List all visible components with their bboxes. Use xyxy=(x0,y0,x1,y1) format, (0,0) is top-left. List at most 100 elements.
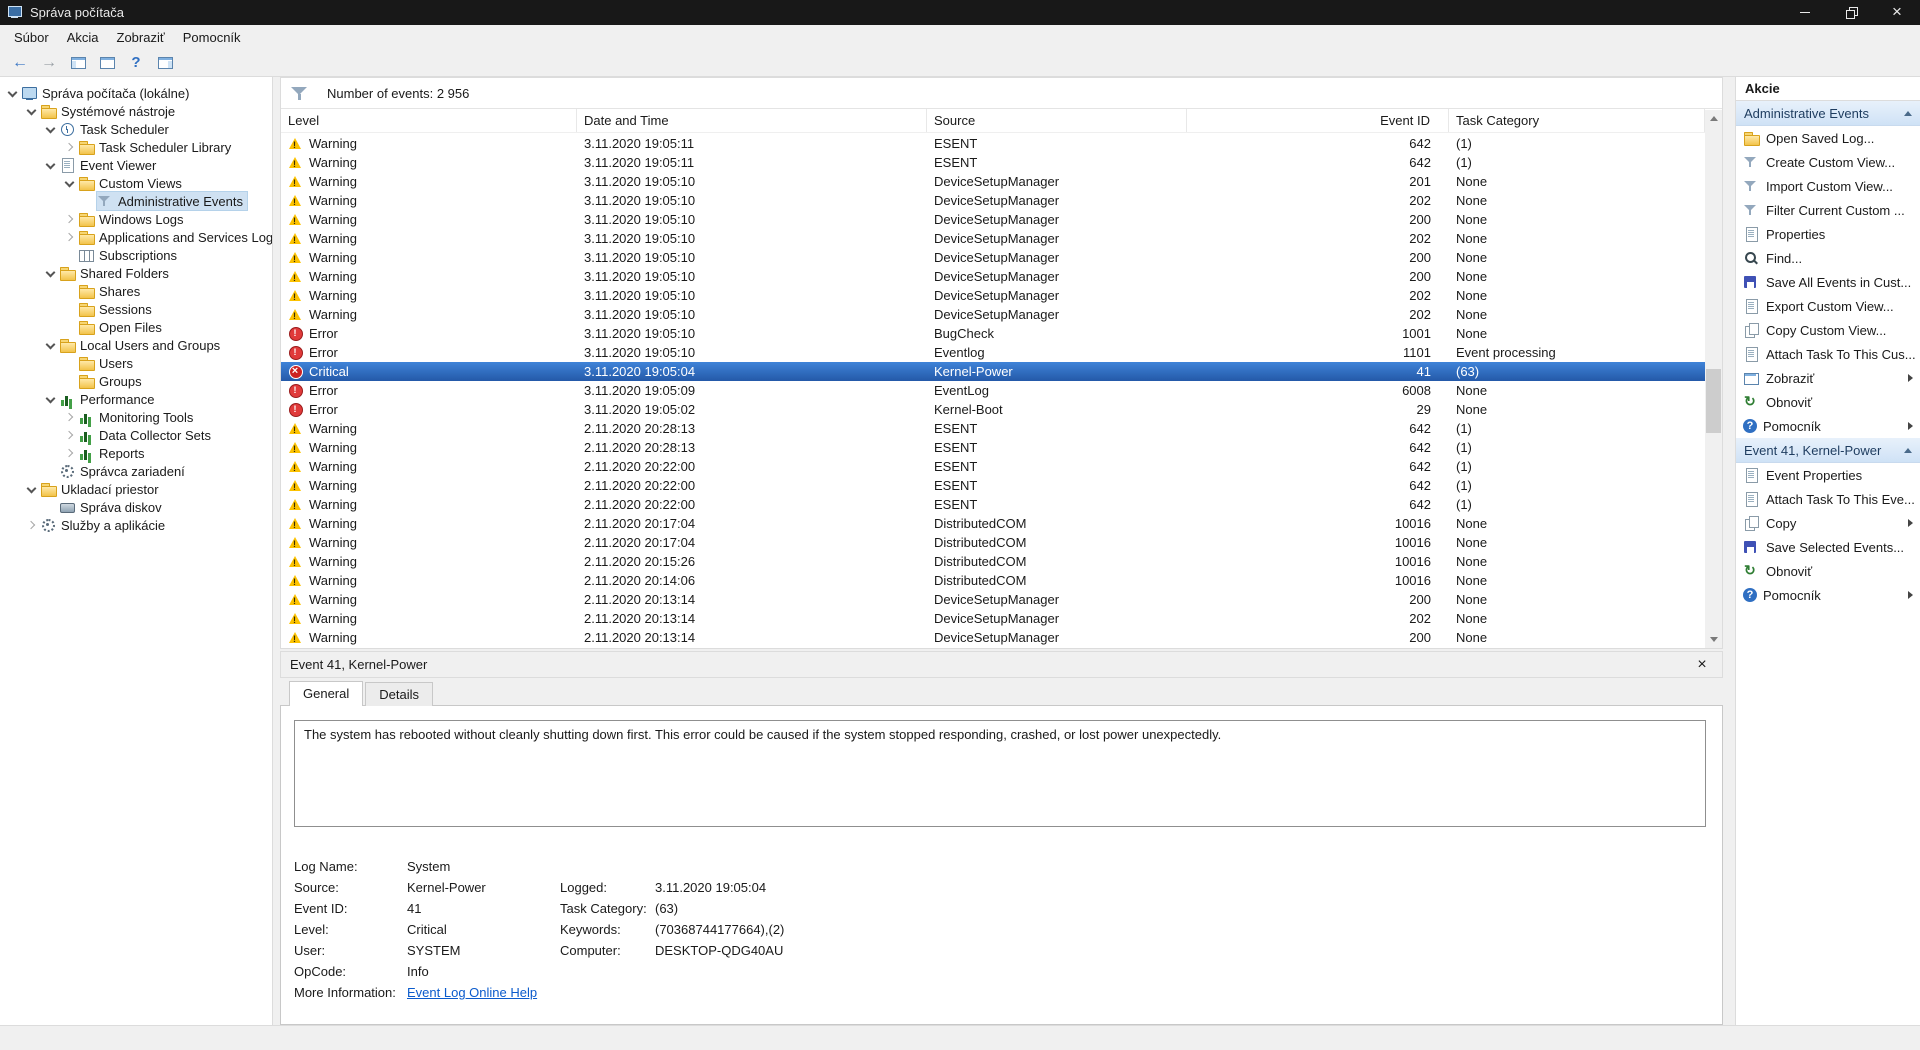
event-row[interactable]: Warning2.11.2020 20:17:04DistributedCOM1… xyxy=(281,533,1705,552)
export-list-button[interactable] xyxy=(94,51,120,74)
action-attach-task-to-this-cus[interactable]: Attach Task To This Cus... xyxy=(1736,342,1920,366)
action-obnoviť[interactable]: Obnoviť xyxy=(1736,390,1920,414)
expand-chevron-icon[interactable] xyxy=(61,426,78,444)
tree-item-sessions[interactable]: Sessions xyxy=(0,300,272,318)
event-row[interactable]: Error3.11.2020 19:05:10Eventlog1101Event… xyxy=(281,343,1705,362)
collapse-chevron-icon[interactable] xyxy=(23,102,40,120)
collapse-chevron-icon[interactable] xyxy=(4,84,21,102)
action-properties[interactable]: Properties xyxy=(1736,222,1920,246)
tree-item-subscriptions[interactable]: Subscriptions xyxy=(0,246,272,264)
collapse-chevron-icon[interactable] xyxy=(23,480,40,498)
tree-item-task-scheduler[interactable]: Task Scheduler xyxy=(0,120,272,138)
event-row[interactable]: Warning3.11.2020 19:05:10DeviceSetupMana… xyxy=(281,210,1705,229)
event-row[interactable]: Critical3.11.2020 19:05:04Kernel-Power41… xyxy=(281,362,1705,381)
expand-chevron-icon[interactable] xyxy=(23,516,40,534)
forward-button[interactable] xyxy=(36,51,62,74)
action-copy[interactable]: Copy xyxy=(1736,511,1920,535)
actions-section-event-41-kernel-power[interactable]: Event 41, Kernel-Power xyxy=(1736,438,1920,463)
minimize-button[interactable] xyxy=(1782,0,1828,25)
scroll-up-arrow-icon[interactable] xyxy=(1705,110,1722,127)
tree-item-systémové-nástroje[interactable]: Systémové nástroje xyxy=(0,102,272,120)
event-row[interactable]: Warning3.11.2020 19:05:11ESENT642(1) xyxy=(281,134,1705,153)
show-hide-action-pane-button[interactable] xyxy=(152,51,178,74)
action-save-selected-events[interactable]: Save Selected Events... xyxy=(1736,535,1920,559)
tree-item-monitoring-tools[interactable]: Monitoring Tools xyxy=(0,408,272,426)
expand-chevron-icon[interactable] xyxy=(61,228,78,246)
event-row[interactable]: Warning3.11.2020 19:05:10DeviceSetupMana… xyxy=(281,305,1705,324)
action-open-saved-log[interactable]: Open Saved Log... xyxy=(1736,126,1920,150)
event-row[interactable]: Warning2.11.2020 20:13:14DeviceSetupMana… xyxy=(281,609,1705,628)
actions-section-administrative-events[interactable]: Administrative Events xyxy=(1736,101,1920,126)
action-obnoviť[interactable]: Obnoviť xyxy=(1736,559,1920,583)
collapse-chevron-icon[interactable] xyxy=(42,264,59,282)
action-copy-custom-view[interactable]: Copy Custom View... xyxy=(1736,318,1920,342)
action-pomocník[interactable]: Pomocník xyxy=(1736,414,1920,438)
tree-item-shared-folders[interactable]: Shared Folders xyxy=(0,264,272,282)
column-header-event-id[interactable]: Event ID xyxy=(1187,109,1449,132)
action-export-custom-view[interactable]: Export Custom View... xyxy=(1736,294,1920,318)
tree-item-správa-diskov[interactable]: Správa diskov xyxy=(0,498,272,516)
events-scrollbar[interactable] xyxy=(1705,110,1722,648)
tree-item-windows-logs[interactable]: Windows Logs xyxy=(0,210,272,228)
maximize-button[interactable] xyxy=(1828,0,1874,25)
event-row[interactable]: Warning2.11.2020 20:14:06DistributedCOM1… xyxy=(281,571,1705,590)
back-button[interactable] xyxy=(7,51,33,74)
expand-chevron-icon[interactable] xyxy=(61,210,78,228)
tree-item-reports[interactable]: Reports xyxy=(0,444,272,462)
tree-item-users[interactable]: Users xyxy=(0,354,272,372)
event-row[interactable]: Warning2.11.2020 20:13:14DeviceSetupMana… xyxy=(281,590,1705,609)
event-row[interactable]: Warning3.11.2020 19:05:10DeviceSetupMana… xyxy=(281,248,1705,267)
scroll-down-arrow-icon[interactable] xyxy=(1705,631,1722,648)
event-row[interactable]: Warning3.11.2020 19:05:10DeviceSetupMana… xyxy=(281,229,1705,248)
expand-chevron-icon[interactable] xyxy=(61,444,78,462)
tree-item-task-scheduler-library[interactable]: Task Scheduler Library xyxy=(0,138,272,156)
event-row[interactable]: Warning3.11.2020 19:05:11ESENT642(1) xyxy=(281,153,1705,172)
action-import-custom-view[interactable]: Import Custom View... xyxy=(1736,174,1920,198)
collapse-chevron-icon[interactable] xyxy=(61,174,78,192)
event-row[interactable]: Warning3.11.2020 19:05:10DeviceSetupMana… xyxy=(281,267,1705,286)
menu-súbor[interactable]: Súbor xyxy=(5,25,58,49)
action-event-properties[interactable]: Event Properties xyxy=(1736,463,1920,487)
show-hide-console-tree-button[interactable] xyxy=(65,51,91,74)
event-row[interactable]: Warning2.11.2020 20:28:13ESENT642(1) xyxy=(281,438,1705,457)
tree-item-groups[interactable]: Groups xyxy=(0,372,272,390)
event-row[interactable]: Warning2.11.2020 20:22:00ESENT642(1) xyxy=(281,457,1705,476)
event-row[interactable]: Warning2.11.2020 20:22:00ESENT642(1) xyxy=(281,476,1705,495)
tree-item-správca-zariadení[interactable]: Správca zariadení xyxy=(0,462,272,480)
collapse-chevron-icon[interactable] xyxy=(42,390,59,408)
expand-chevron-icon[interactable] xyxy=(61,138,78,156)
tree-item-event-viewer[interactable]: Event Viewer xyxy=(0,156,272,174)
event-row[interactable]: Warning2.11.2020 20:15:26DistributedCOM1… xyxy=(281,552,1705,571)
tree-item-custom-views[interactable]: Custom Views xyxy=(0,174,272,192)
column-header-date-and-time[interactable]: Date and Time xyxy=(577,109,927,132)
help-button[interactable] xyxy=(123,51,149,74)
tree-item-local-users-and-groups[interactable]: Local Users and Groups xyxy=(0,336,272,354)
tab-details[interactable]: Details xyxy=(365,682,433,706)
tree-item-administrative-events[interactable]: Administrative Events xyxy=(0,192,272,210)
close-button[interactable] xyxy=(1874,0,1920,25)
tree-item-ukladací-priestor[interactable]: Ukladací priestor xyxy=(0,480,272,498)
tree-item-data-collector-sets[interactable]: Data Collector Sets xyxy=(0,426,272,444)
tree-item-správa-počítača-lokálne[interactable]: Správa počítača (lokálne) xyxy=(0,84,272,102)
tab-general[interactable]: General xyxy=(289,681,363,706)
event-row[interactable]: Warning3.11.2020 19:05:10DeviceSetupMana… xyxy=(281,286,1705,305)
event-row[interactable]: Error3.11.2020 19:05:02Kernel-Boot29None xyxy=(281,400,1705,419)
column-header-level[interactable]: Level xyxy=(281,109,577,132)
event-row[interactable]: Error3.11.2020 19:05:09EventLog6008None xyxy=(281,381,1705,400)
action-attach-task-to-this-eve[interactable]: Attach Task To This Eve... xyxy=(1736,487,1920,511)
tree-item-applications-and-services-logs[interactable]: Applications and Services Logs xyxy=(0,228,272,246)
tree-item-shares[interactable]: Shares xyxy=(0,282,272,300)
menu-akcia[interactable]: Akcia xyxy=(58,25,108,49)
event-row[interactable]: Warning2.11.2020 20:22:00ESENT642(1) xyxy=(281,495,1705,514)
detail-close-button[interactable] xyxy=(1692,652,1712,677)
action-filter-current-custom[interactable]: Filter Current Custom ... xyxy=(1736,198,1920,222)
collapse-chevron-icon[interactable] xyxy=(42,156,59,174)
menu-zobraziť[interactable]: Zobraziť xyxy=(108,25,174,49)
event-row[interactable]: Warning2.11.2020 20:17:04DistributedCOM1… xyxy=(281,514,1705,533)
action-zobraziť[interactable]: Zobraziť xyxy=(1736,366,1920,390)
action-create-custom-view[interactable]: Create Custom View... xyxy=(1736,150,1920,174)
tree-item-služby-a-aplikácie[interactable]: Služby a aplikácie xyxy=(0,516,272,534)
action-save-all-events-in-cust[interactable]: Save All Events in Cust... xyxy=(1736,270,1920,294)
collapse-chevron-icon[interactable] xyxy=(42,120,59,138)
expand-chevron-icon[interactable] xyxy=(61,408,78,426)
